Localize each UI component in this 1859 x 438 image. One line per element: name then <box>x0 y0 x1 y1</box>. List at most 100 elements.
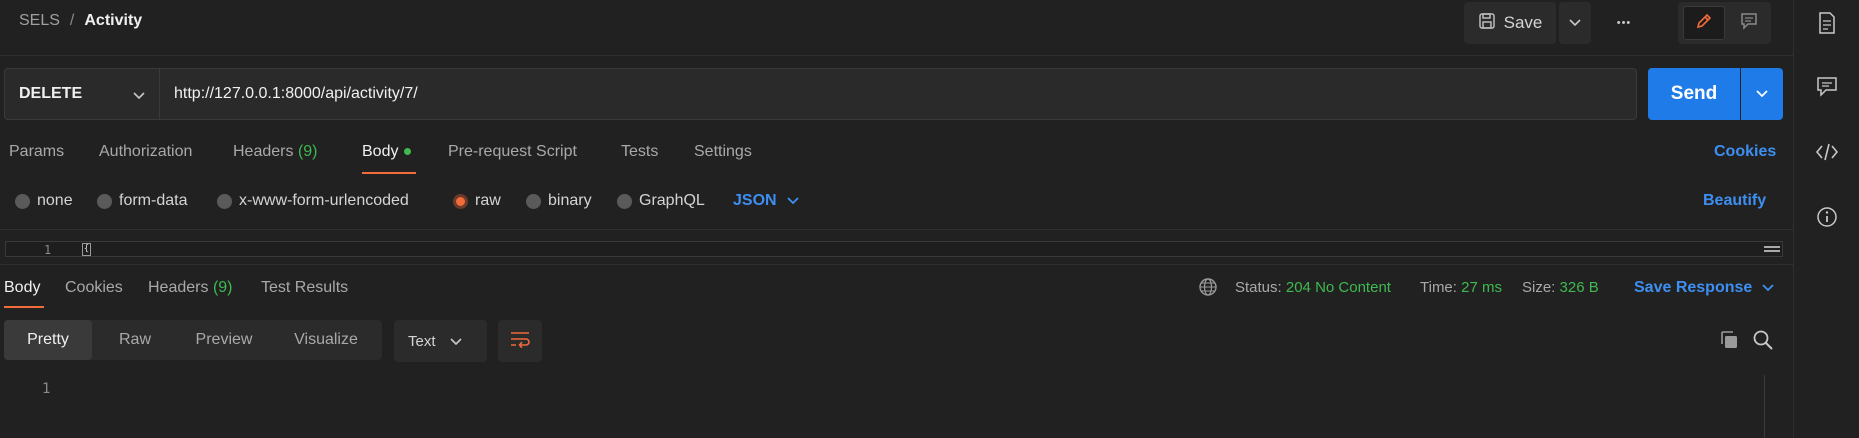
time-label: Time: <box>1420 279 1457 296</box>
radio-circle-selected <box>453 193 468 209</box>
view-preview-button[interactable]: Preview <box>178 320 270 360</box>
radio-circle <box>526 193 541 209</box>
comments-icon[interactable] <box>1814 73 1840 99</box>
radio-urlencoded-label: x-www-form-urlencoded <box>239 192 409 209</box>
active-tab-indicator <box>362 172 416 174</box>
send-button[interactable]: Send <box>1648 68 1740 120</box>
response-size[interactable]: Size: 326 B <box>1522 279 1599 296</box>
line-number: 1 <box>44 243 52 257</box>
wrap-lines-icon <box>509 330 531 353</box>
tab-prerequest-script[interactable]: Pre-request Script <box>448 143 577 161</box>
request-body-editor[interactable]: 1 { <box>5 241 1783 257</box>
view-raw-button[interactable]: Raw <box>92 320 178 360</box>
save-response-button[interactable]: Save Response <box>1634 279 1774 297</box>
response-format-select[interactable]: Text <box>394 320 487 362</box>
request-title[interactable]: Activity <box>84 12 142 30</box>
save-button[interactable]: Save <box>1464 2 1556 44</box>
view-visualize-label: Visualize <box>294 331 358 348</box>
more-options-button[interactable]: ••• <box>1606 2 1642 44</box>
code-icon[interactable] <box>1814 139 1840 165</box>
size-label: Size: <box>1522 279 1556 296</box>
tab-body[interactable]: Body <box>362 143 412 161</box>
header-divider <box>0 55 1793 56</box>
response-tab-body[interactable]: Body <box>4 279 40 297</box>
response-tab-headers[interactable]: Headers (9) <box>148 279 233 297</box>
radio-circle <box>15 193 30 209</box>
tab-params[interactable]: Params <box>9 143 64 161</box>
radio-raw-label: raw <box>475 192 501 209</box>
tab-tests[interactable]: Tests <box>621 143 658 161</box>
response-time[interactable]: Time: 27 ms <box>1420 279 1502 296</box>
edit-mode-button[interactable] <box>1683 6 1725 40</box>
response-status[interactable]: Status: 204 No Content <box>1235 279 1391 296</box>
comment-mode-button[interactable] <box>1730 6 1768 40</box>
save-options-button[interactable] <box>1559 2 1591 44</box>
radio-urlencoded[interactable]: x-www-form-urlencoded <box>217 192 409 210</box>
radio-circle <box>217 193 232 209</box>
response-tab-cookies[interactable]: Cookies <box>65 279 123 297</box>
right-sidebar <box>1793 0 1859 438</box>
send-options-button[interactable] <box>1741 68 1783 120</box>
save-icon <box>1478 12 1496 35</box>
body-format-select[interactable]: JSON <box>733 192 799 210</box>
tab-headers-label: Headers <box>233 143 294 160</box>
chevron-down-icon <box>449 333 462 350</box>
beautify-link[interactable]: Beautify <box>1703 192 1766 210</box>
body-format-label: JSON <box>733 192 777 209</box>
tab-authorization[interactable]: Authorization <box>99 143 192 161</box>
body-divider <box>0 229 1793 230</box>
chevron-down-icon <box>1569 14 1581 32</box>
response-active-tab-indicator <box>4 306 44 308</box>
cookies-link[interactable]: Cookies <box>1714 143 1776 161</box>
radio-none[interactable]: none <box>15 192 73 210</box>
request-workspace: SELS / Activity Save ••• DELETE http://1… <box>0 0 1793 438</box>
editor-content: { <box>82 243 91 256</box>
breadcrumb: SELS / Activity <box>19 12 142 30</box>
view-pretty-label: Pretty <box>27 331 69 348</box>
response-scrollbar[interactable] <box>1764 375 1784 438</box>
url-input[interactable]: http://127.0.0.1:8000/api/activity/7/ <box>160 68 1637 120</box>
method-select[interactable]: DELETE <box>4 68 160 120</box>
response-tab-test-results[interactable]: Test Results <box>261 279 348 297</box>
response-tab-headers-count: (9) <box>212 279 233 296</box>
save-label: Save <box>1503 13 1543 32</box>
size-value: 326 B <box>1559 279 1599 296</box>
response-tab-headers-label: Headers <box>148 279 209 296</box>
tab-body-label: Body <box>362 143 399 160</box>
radio-circle <box>617 193 632 209</box>
document-icon[interactable] <box>1814 10 1840 36</box>
response-divider <box>0 264 1793 265</box>
tab-settings[interactable]: Settings <box>694 143 752 161</box>
tab-headers[interactable]: Headers (9) <box>233 143 318 161</box>
radio-none-label: none <box>37 192 73 209</box>
mode-switch <box>1678 2 1771 44</box>
radio-form-data[interactable]: form-data <box>97 192 187 210</box>
more-icon: ••• <box>1616 17 1632 29</box>
pencil-icon <box>1694 11 1714 36</box>
send-label: Send <box>1670 83 1718 104</box>
view-visualize-button[interactable]: Visualize <box>270 320 382 360</box>
save-response-label: Save Response <box>1634 279 1753 296</box>
radio-graphql[interactable]: GraphQL <box>617 192 705 210</box>
url-text: http://127.0.0.1:8000/api/activity/7/ <box>174 85 418 102</box>
search-icon[interactable] <box>1752 329 1774 356</box>
globe-icon[interactable] <box>1198 277 1218 302</box>
radio-binary[interactable]: binary <box>526 192 592 210</box>
resize-handle-icon[interactable] <box>1764 246 1780 252</box>
copy-icon[interactable] <box>1718 329 1740 356</box>
radio-binary-label: binary <box>548 192 592 209</box>
status-value: 204 No Content <box>1285 279 1391 296</box>
info-icon[interactable] <box>1814 204 1840 230</box>
breadcrumb-workspace[interactable]: SELS <box>19 12 60 30</box>
response-line-number: 1 <box>42 381 51 397</box>
view-pretty-button[interactable]: Pretty <box>4 320 92 360</box>
chevron-down-icon <box>133 87 145 105</box>
modified-dot-icon <box>404 148 412 156</box>
chevron-down-icon <box>1756 85 1768 103</box>
view-preview-label: Preview <box>195 331 253 348</box>
wrap-lines-button[interactable] <box>498 320 542 362</box>
view-raw-label: Raw <box>118 331 151 348</box>
chevron-down-icon <box>786 192 799 210</box>
radio-raw[interactable]: raw <box>453 192 501 210</box>
time-value: 27 ms <box>1461 279 1502 296</box>
